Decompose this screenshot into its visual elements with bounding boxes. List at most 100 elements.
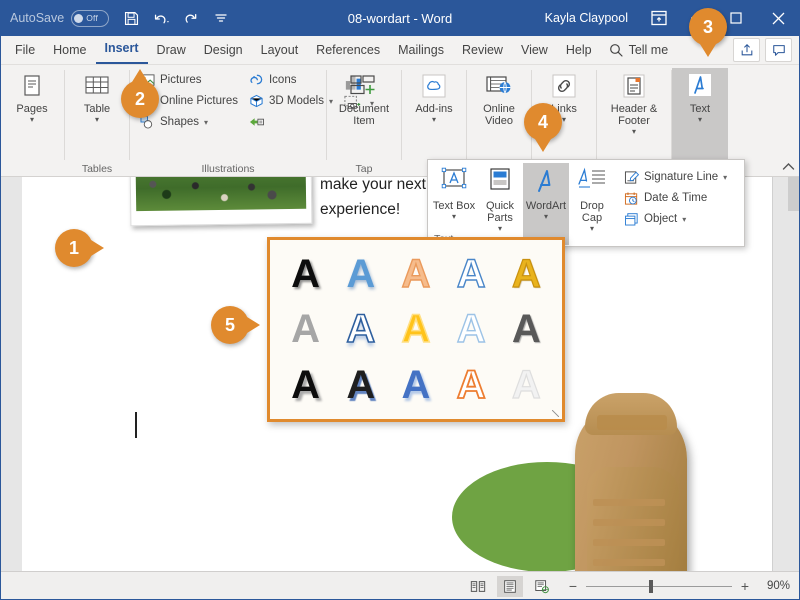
tab-references[interactable]: References — [307, 36, 389, 64]
comment-icon — [772, 45, 785, 56]
tab-layout[interactable]: Layout — [252, 36, 308, 64]
text-group-button[interactable]: Text ▾ — [672, 68, 728, 162]
chevron-down-icon[interactable]: ▾ — [498, 225, 502, 233]
tab-help[interactable]: Help — [557, 36, 601, 64]
text-group-label: Text — [689, 103, 711, 115]
wordart-style-5[interactable]: A — [500, 249, 552, 299]
chevron-up-icon[interactable] — [782, 162, 795, 174]
tab-review[interactable]: Review — [453, 36, 512, 64]
close-button[interactable] — [756, 0, 800, 36]
chevron-down-icon[interactable]: ▾ — [204, 118, 208, 127]
text-box-button[interactable]: Text Box ▾ — [431, 163, 477, 221]
wordart-style-1[interactable]: A — [280, 249, 332, 299]
chevron-down-icon[interactable]: ▾ — [682, 215, 686, 224]
wordart-style-10[interactable]: A — [500, 304, 552, 354]
chevron-down-icon[interactable]: ▾ — [590, 225, 594, 233]
wordart-style-6[interactable]: A — [280, 304, 332, 354]
chevron-down-icon[interactable]: ▾ — [452, 213, 456, 221]
scrollbar-thumb[interactable] — [788, 177, 800, 211]
zoom-in-button[interactable]: + — [739, 578, 751, 594]
wordart-style-13[interactable]: A — [390, 360, 442, 410]
print-layout-button[interactable] — [497, 575, 523, 597]
add-ins-button[interactable]: Add-ins ▾ — [408, 68, 460, 124]
comments-button[interactable] — [765, 38, 792, 62]
tell-me-box[interactable]: Tell me — [601, 36, 677, 64]
tab-draw[interactable]: Draw — [148, 36, 195, 64]
wordart-style-4[interactable]: A — [445, 249, 497, 299]
wordart-style-7[interactable]: A — [335, 304, 387, 354]
drop-cap-button[interactable]: Drop Cap ▾ — [569, 163, 615, 233]
wordart-style-2[interactable]: A — [335, 249, 387, 299]
backpack-strap — [593, 499, 665, 506]
tan-backpack-image[interactable] — [567, 387, 697, 571]
chevron-down-icon[interactable]: ▾ — [562, 116, 566, 124]
add-ins-icon — [418, 70, 450, 102]
backpack-patch — [597, 415, 667, 430]
backpack-strap — [593, 559, 665, 566]
zoom-out-button[interactable]: − — [567, 578, 579, 594]
zoom-slider-thumb[interactable] — [649, 579, 653, 593]
wordart-style-11[interactable]: A — [280, 360, 332, 410]
read-mode-button[interactable] — [465, 576, 491, 597]
chevron-down-icon[interactable]: ▾ — [632, 128, 636, 136]
chevron-down-icon[interactable]: ▾ — [95, 116, 99, 124]
redo-icon[interactable] — [177, 5, 205, 31]
vertical-scrollbar[interactable] — [772, 177, 800, 571]
smartart-button[interactable] — [245, 112, 336, 132]
tab-design[interactable]: Design — [195, 36, 252, 64]
icons-button[interactable]: Icons — [245, 70, 336, 90]
date-time-label: Date & Time — [644, 192, 708, 204]
wordart-style-15[interactable]: A — [500, 360, 552, 410]
table-button[interactable]: Table ▾ — [71, 68, 123, 124]
wordart-style-8[interactable]: A — [390, 304, 442, 354]
wordart-style-12[interactable]: A — [335, 360, 387, 410]
tab-mailings[interactable]: Mailings — [389, 36, 453, 64]
text-group-dropdown-panel: Text Box ▾ Quick Parts ▾ WordArt ▾ Drop … — [427, 159, 745, 247]
chevron-down-icon[interactable]: ▾ — [723, 173, 727, 182]
share-button[interactable] — [733, 38, 760, 62]
header-footer-button[interactable]: Header & Footer ▾ — [603, 68, 665, 136]
zoom-level-label[interactable]: 90% — [758, 580, 790, 592]
illustrations-col-2: Icons 3D Models ▾ — [245, 68, 336, 132]
text-panel-items: Text Box ▾ Quick Parts ▾ WordArt ▾ Drop … — [428, 160, 730, 246]
zoom-control: − + 90% — [567, 578, 790, 594]
tab-insert[interactable]: Insert — [95, 34, 148, 64]
online-video-button[interactable]: Online Video — [473, 68, 525, 127]
date-time-button[interactable]: Date & Time — [620, 188, 730, 208]
search-icon — [609, 44, 623, 57]
chevron-down-icon[interactable]: ▾ — [544, 213, 548, 221]
3d-models-button[interactable]: 3D Models ▾ — [245, 91, 336, 111]
object-button[interactable]: Object ▾ — [620, 209, 730, 229]
tab-home[interactable]: Home — [44, 36, 95, 64]
account-name[interactable]: Kayla Claypool — [545, 11, 628, 25]
wordart-style-9[interactable]: A — [445, 304, 497, 354]
shapes-button[interactable]: Shapes ▾ — [136, 112, 241, 132]
wordart-style-gallery[interactable]: A A A A A A A A A A A A A A A — [267, 237, 565, 422]
save-icon[interactable] — [117, 5, 145, 31]
autosave-toggle[interactable]: AutoSave Off — [10, 9, 110, 27]
tab-view[interactable]: View — [512, 36, 557, 64]
wordart-style-14[interactable]: A — [445, 360, 497, 410]
pages-button[interactable]: Pages ▾ — [6, 68, 58, 124]
chevron-down-icon[interactable]: ▾ — [30, 116, 34, 124]
park-lawn-photo[interactable] — [129, 177, 313, 227]
zoom-slider[interactable] — [586, 579, 732, 593]
print-layout-icon — [504, 579, 516, 593]
tab-file[interactable]: File — [6, 36, 44, 64]
wordart-button[interactable]: WordArt ▾ — [523, 163, 569, 245]
ribbon-tab-bar: File Home Insert Draw Design Layout Refe… — [0, 36, 800, 65]
chevron-down-icon[interactable]: ▾ — [432, 116, 436, 124]
autosave-switch[interactable]: Off — [71, 9, 110, 27]
customize-qat-icon[interactable] — [207, 5, 235, 31]
wordart-gallery-row: A A A A A — [278, 360, 554, 410]
ribbon-display-options-icon[interactable] — [642, 10, 676, 26]
chevron-down-icon[interactable]: ▾ — [698, 116, 702, 124]
undo-icon[interactable] — [147, 5, 175, 31]
callout-number: 2 — [134, 88, 145, 109]
wordart-style-3[interactable]: A — [390, 249, 442, 299]
document-item-button[interactable]: Document Item — [333, 68, 395, 127]
web-layout-button[interactable] — [529, 576, 555, 597]
resize-grip-icon[interactable] — [552, 410, 559, 417]
quick-parts-button[interactable]: Quick Parts ▾ — [477, 163, 523, 233]
signature-line-button[interactable]: Signature Line ▾ — [620, 167, 730, 187]
